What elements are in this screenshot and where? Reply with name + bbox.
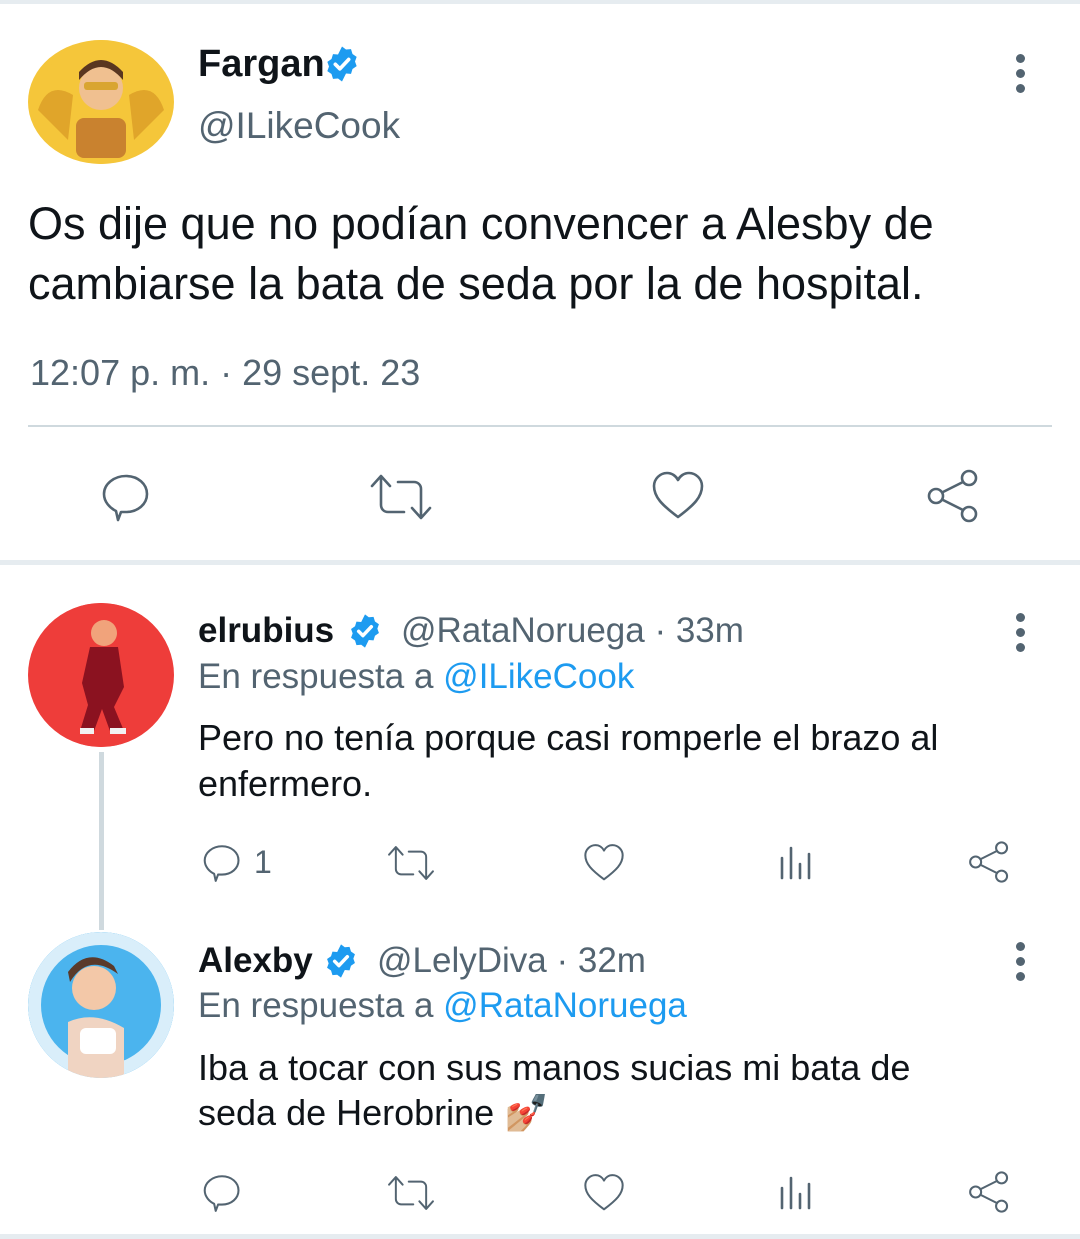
retweet-icon xyxy=(388,846,434,880)
reply2-analytics-button[interactable] xyxy=(776,1172,816,1212)
reply2-handle-time[interactable]: @LelyDiva · 32m xyxy=(377,940,646,982)
reply2-share-button[interactable] xyxy=(966,1170,1012,1214)
reply1-mention-link[interactable]: @ILikeCook xyxy=(443,657,634,696)
main-tweet-text-line2: cambiarse la bata de seda por la de hosp… xyxy=(28,258,924,309)
reply-icon xyxy=(203,1175,240,1212)
reply2-text-line1: Iba a tocar con sus manos sucias mi bata… xyxy=(198,1047,911,1088)
top-divider xyxy=(0,0,1080,4)
verified-badge-icon xyxy=(322,44,362,84)
elrubius-avatar[interactable] xyxy=(28,603,174,747)
reply1-reply-button[interactable]: 1 xyxy=(200,840,272,884)
reply2-text-line2-wrap: seda de Herobrine 💅🏼 xyxy=(198,1091,549,1135)
verified-badge-icon xyxy=(346,612,384,650)
share-icon xyxy=(969,1171,1009,1213)
reply2-author-name[interactable]: Alexby xyxy=(198,940,313,982)
reply2-like-button[interactable] xyxy=(582,1172,626,1214)
verified-badge-icon xyxy=(322,942,360,980)
more-options-icon[interactable] xyxy=(1016,613,1028,658)
main-tweet-divider xyxy=(28,425,1052,427)
reply2-text-line2: seda de Herobrine xyxy=(198,1092,495,1133)
share-button[interactable] xyxy=(924,468,982,524)
reply1-context-prefix: En respuesta a xyxy=(198,657,434,696)
main-author-handle[interactable]: @ILikeCook xyxy=(198,104,400,148)
reply1-like-button[interactable] xyxy=(582,842,626,884)
heart-icon xyxy=(584,1174,624,1211)
share-icon xyxy=(927,469,978,523)
reply1-context: En respuesta a @ILikeCook xyxy=(198,656,634,698)
retweet-icon xyxy=(388,1176,434,1210)
more-options-icon[interactable] xyxy=(1016,942,1028,987)
analytics-icon xyxy=(780,846,811,880)
heart-icon xyxy=(652,471,704,519)
reply1-text-line1: Pero no tenía porque casi romperle el br… xyxy=(198,717,939,758)
analytics-icon xyxy=(780,1176,811,1210)
reply2-retweet-button[interactable] xyxy=(386,1172,436,1214)
nail-polish-emoji: 💅🏼 xyxy=(504,1092,550,1133)
reply-icon xyxy=(102,474,149,522)
like-button[interactable] xyxy=(650,469,706,523)
reply2-mention-link[interactable]: @RataNoruega xyxy=(443,986,687,1025)
reply1-text-line2: enfermero. xyxy=(198,763,373,804)
share-icon xyxy=(969,841,1009,883)
reply1-reply-count: 1 xyxy=(254,843,272,880)
reply-icon xyxy=(203,845,240,882)
reply1-analytics-button[interactable] xyxy=(776,842,816,882)
reply-button[interactable] xyxy=(98,468,154,524)
reply1-share-button[interactable] xyxy=(966,840,1012,884)
reply2-context: En respuesta a @RataNoruega xyxy=(198,985,687,1027)
alexby-avatar[interactable] xyxy=(28,932,174,1078)
bottom-divider xyxy=(0,1234,1080,1239)
retweet-button[interactable] xyxy=(368,470,434,524)
retweet-icon xyxy=(370,474,432,520)
reply2-context-prefix: En respuesta a xyxy=(198,986,434,1025)
reply1-author-name[interactable]: elrubius xyxy=(198,610,334,652)
thread-connector xyxy=(99,752,104,930)
reply1-handle-time[interactable]: @RataNoruega · 33m xyxy=(401,610,744,652)
main-tweet-timestamp[interactable]: 12:07 p. m. · 29 sept. 23 xyxy=(30,352,420,394)
fargan-avatar[interactable] xyxy=(28,40,174,164)
reply2-reply-button[interactable] xyxy=(200,1170,244,1214)
more-options-icon[interactable] xyxy=(1016,54,1028,99)
reply1-retweet-button[interactable] xyxy=(386,842,436,884)
section-divider xyxy=(0,560,1080,565)
main-author-name[interactable]: Fargan xyxy=(198,42,325,86)
heart-icon xyxy=(584,844,624,881)
main-tweet-text-line1: Os dije que no podían convencer a Alesby… xyxy=(28,198,934,249)
